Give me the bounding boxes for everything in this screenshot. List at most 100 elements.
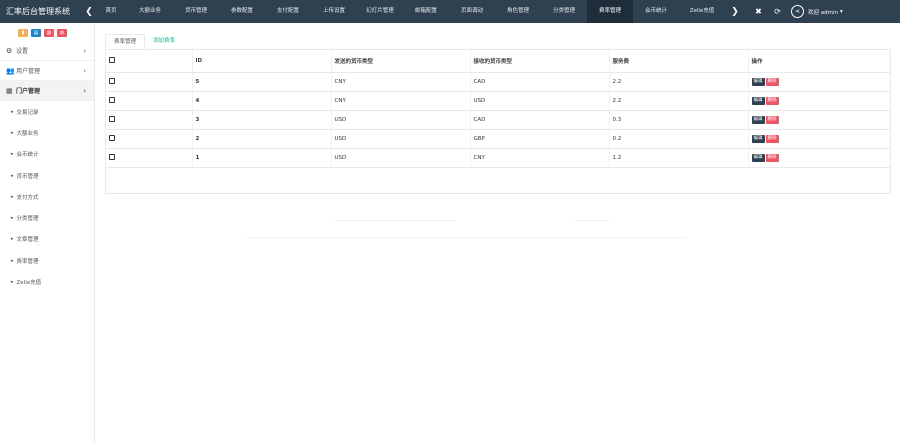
sidebar-subitem-2[interactable]: ▸ 会币统计: [0, 144, 94, 165]
nav-tab-0[interactable]: 首页: [95, 0, 127, 23]
sidebar-subitem-1[interactable]: ▸ 大额业务: [0, 122, 94, 143]
sidebar-subitem-4[interactable]: ▸ 支付方式: [0, 186, 94, 207]
refresh-icon[interactable]: ⟳: [768, 7, 787, 16]
cell-send-currency: CNY: [331, 91, 471, 111]
row-select-cell: [106, 148, 193, 168]
cell-recv-currency: CAD: [470, 110, 610, 130]
nav-tab-8[interactable]: 页面调动: [449, 0, 495, 23]
caret-right-icon: ▸: [11, 215, 14, 222]
delete-button[interactable]: 删除: [765, 96, 779, 105]
cell-recv-currency: CAD: [470, 72, 610, 92]
row-checkbox[interactable]: [109, 115, 115, 122]
caret-right-icon: ▸: [11, 279, 14, 286]
caret-right-icon: ▸: [11, 193, 14, 200]
sidebar-subitem-6[interactable]: ▸ 文章管理: [0, 229, 94, 250]
sidebar-subitem-label: 大额业务: [16, 130, 39, 137]
nav-tab-3[interactable]: 参数配置: [219, 0, 265, 23]
sidebar-submenu: ▸ 交易记录 ▸ 大额业务 ▸ 会币统计 ▸ 货币管理 ▸ 支付方式 ▸ 分类管理 ▸ 文章管理 ▸ 费率管理…: [0, 101, 94, 293]
cell-recv-currency: GBP: [470, 129, 610, 149]
delete-button[interactable]: 删除: [765, 153, 779, 162]
cell-id: 2: [192, 129, 332, 149]
share-icon: ⋖: [791, 5, 804, 18]
nav-tab-7[interactable]: 邮箱配置: [403, 0, 449, 23]
nav-tab-1[interactable]: 大额业务: [127, 0, 173, 23]
row-select-cell: [106, 72, 193, 92]
close-icon[interactable]: ✖: [749, 7, 768, 16]
sidebar-subitem-label: 会币统计: [16, 152, 39, 159]
nav-tab-9[interactable]: 角色管理: [495, 0, 541, 23]
row-actions: 编辑 删除: [748, 148, 890, 168]
sidebar-subitem-label: 交易记录: [16, 109, 39, 116]
tab-0[interactable]: 费率管理: [105, 34, 146, 49]
select-all-checkbox[interactable]: [109, 56, 115, 63]
caret-right-icon: ▸: [11, 151, 14, 158]
caret-right-icon: ▸: [11, 172, 14, 179]
cell-send-currency: USD: [331, 129, 471, 149]
sidebar-subitem-8[interactable]: ▸ Zelle充值: [0, 271, 94, 292]
edit-button[interactable]: 编辑: [751, 77, 765, 86]
nav-tab-13[interactable]: Zelle充值: [679, 0, 725, 23]
sidebar-item-label: 门户管理: [16, 88, 41, 95]
nav-tab-12[interactable]: 会币统计: [633, 0, 679, 23]
user-menu[interactable]: ⋖ 欢迎 admin ▾: [791, 5, 843, 18]
row-select-cell: [106, 91, 193, 111]
cell-send-currency: USD: [331, 148, 471, 168]
nav-tab-4[interactable]: 支付配置: [265, 0, 311, 23]
settings-icon[interactable]: ◍: [57, 29, 67, 37]
gears-icon: ⚙: [6, 46, 13, 55]
caret-down-icon: ▾: [839, 8, 843, 15]
tab-1[interactable]: 添加费率: [145, 34, 183, 49]
top-nav-tabs: 首页 大额业务 货币管理 参数配置 支付配置 上传设置 幻灯片管理 邮箱配置 页面调动 角色管理分…: [95, 0, 725, 23]
chevron-left-icon[interactable]: ❮: [83, 7, 95, 17]
table-row: 3 USD CAD 0.3 编辑 删除: [106, 110, 890, 130]
sidebar-subitem-5[interactable]: ▸ 分类管理: [0, 207, 94, 228]
sidebar-subitem-0[interactable]: ▸ 交易记录: [0, 101, 94, 122]
users-icon: 👥: [6, 66, 15, 75]
row-select-cell: [106, 129, 193, 149]
delete-button[interactable]: 删除: [765, 115, 779, 124]
nav-tab-6[interactable]: 幻灯片管理: [357, 0, 403, 23]
row-actions: 编辑 删除: [748, 91, 890, 111]
delete-button[interactable]: 删除: [765, 77, 779, 86]
document-icon[interactable]: ▤: [31, 29, 41, 37]
edit-button[interactable]: 编辑: [751, 96, 765, 105]
row-checkbox[interactable]: [109, 77, 115, 84]
caret-right-icon: ▸: [11, 257, 14, 264]
cell-fee: 0.3: [609, 110, 749, 130]
nav-tab-2[interactable]: 货币管理: [173, 0, 219, 23]
sidebar-item-2[interactable]: ▦ 门户管理 ›: [0, 81, 94, 101]
delete-button[interactable]: 删除: [765, 134, 779, 143]
sidebar-subitem-3[interactable]: ▸ 货币管理: [0, 165, 94, 186]
trash-icon[interactable]: ▥: [44, 29, 54, 37]
sidebar-subitem-label: Zelle充值: [16, 280, 42, 287]
edit-button[interactable]: 编辑: [751, 115, 765, 124]
col-recv-currency: 接收的货币类型: [470, 50, 610, 73]
row-checkbox[interactable]: [109, 153, 115, 160]
row-checkbox[interactable]: [109, 134, 115, 141]
col-id: ID: [192, 50, 332, 73]
cell-id: 5: [192, 72, 332, 92]
nav-tab-11[interactable]: 费率管理: [587, 0, 633, 23]
table-row: 2 USD GBP 0.2 编辑 删除: [106, 129, 890, 149]
row-actions: 编辑 删除: [748, 110, 890, 130]
bar-chart-icon[interactable]: ▮: [18, 29, 28, 37]
sidebar-subitem-7[interactable]: ▸ 费率管理: [0, 250, 94, 271]
col-actions: 操作: [748, 50, 890, 73]
nav-tab-10[interactable]: 分类管理: [541, 0, 587, 23]
sidebar-item-1[interactable]: 👥 用户管理 ›: [0, 61, 94, 81]
nav-tab-5[interactable]: 上传设置: [311, 0, 357, 23]
caret-right-icon: ▸: [11, 108, 14, 115]
edit-button[interactable]: 编辑: [751, 153, 765, 162]
top-navbar: 汇率后台管理系统 ❮ 首页 大额业务 货币管理 参数配置 支付配置 上传设置 幻灯片管理 邮箱…: [0, 0, 900, 23]
welcome-text: 欢迎 admin: [808, 9, 838, 16]
sidebar-item-0[interactable]: ⚙ 设置 ›: [0, 41, 94, 61]
chevron-right-icon[interactable]: ❯: [729, 7, 741, 17]
cell-fee: 2.2: [609, 72, 749, 92]
row-checkbox[interactable]: [109, 96, 115, 103]
edit-button[interactable]: 编辑: [751, 134, 765, 143]
app-title: 汇率后台管理系统: [6, 7, 70, 16]
row-actions: 编辑 删除: [748, 129, 890, 149]
sidebar-subitem-label: 分类管理: [16, 216, 39, 223]
caret-right-icon: ▸: [11, 129, 14, 136]
grid-icon: ▦: [6, 86, 13, 95]
